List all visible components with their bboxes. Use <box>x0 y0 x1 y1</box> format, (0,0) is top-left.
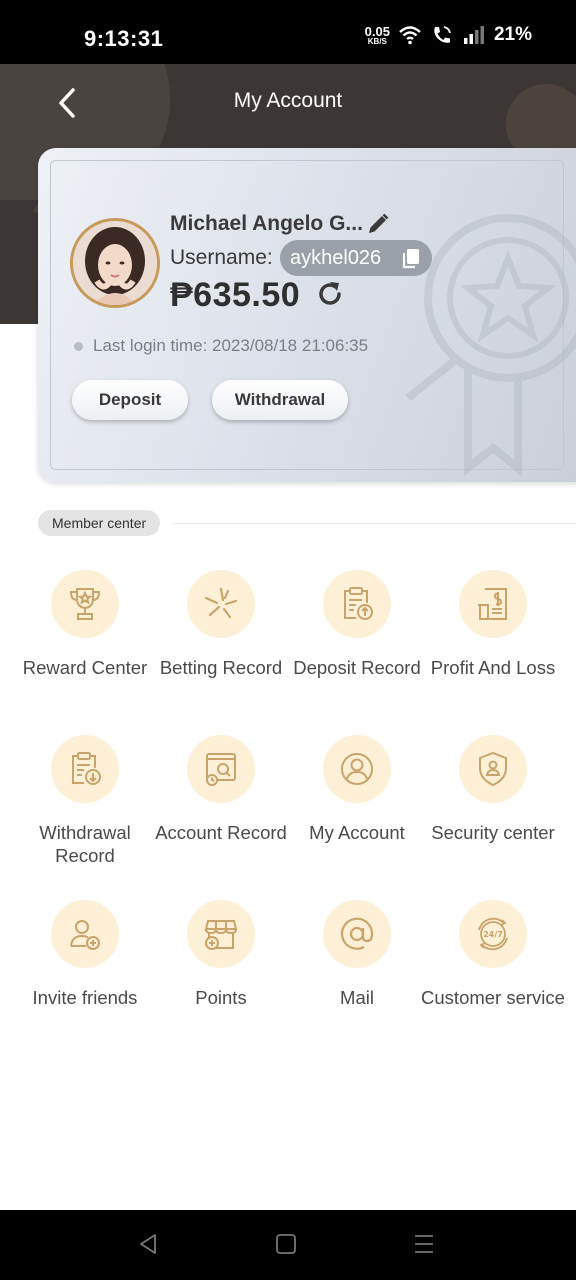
icon-circle <box>187 570 255 638</box>
battery-level: 21% <box>493 24 532 45</box>
mail-item[interactable]: Mail <box>287 900 427 1009</box>
deposit-button[interactable]: Deposit <box>72 380 188 420</box>
net-speed-value: 0.05 <box>364 23 390 39</box>
member-center-title: Member center <box>38 510 161 536</box>
icon-circle <box>323 735 391 803</box>
username-pill[interactable]: aykhel026 <box>280 240 432 276</box>
reward-center-item[interactable]: Reward Center <box>15 570 155 679</box>
withdrawal-record-icon <box>72 752 101 785</box>
withdrawal-button[interactable]: Withdrawal <box>212 380 348 420</box>
profit-and-loss-item[interactable]: Profit And Loss <box>423 570 563 679</box>
wifi-icon <box>399 26 421 45</box>
points-item[interactable]: Points <box>151 900 291 1009</box>
grid-label: My Account <box>309 822 405 843</box>
avatar[interactable] <box>70 218 160 308</box>
nav-menu-icon[interactable] <box>412 1232 436 1256</box>
betting-record-item[interactable]: Betting Record <box>151 570 291 679</box>
grid-label: Security center <box>431 822 555 843</box>
withdrawal-record-item[interactable]: Withdrawal Record <box>15 735 155 867</box>
edit-pencil-icon[interactable] <box>366 212 390 236</box>
icon-circle <box>459 735 527 803</box>
grid-label: Deposit Record <box>293 657 421 678</box>
header-wedge <box>0 200 40 262</box>
grid-label: Account Record <box>155 822 287 843</box>
security-center-item[interactable]: Security center <box>423 735 563 844</box>
icon-circle: 24/7 <box>459 900 527 968</box>
points-icon <box>204 920 238 950</box>
nav-back-icon[interactable] <box>136 1232 160 1256</box>
last-login-text: Last login time: 2023/08/18 21:06:35 <box>93 336 369 355</box>
bullet-dot <box>74 341 83 351</box>
icon-circle <box>51 570 119 638</box>
invite-icon <box>70 920 100 950</box>
status-icons: 0.05 KB/S 21% <box>365 24 532 46</box>
my-account-item[interactable]: My Account <box>287 735 427 844</box>
invite-friends-item[interactable]: Invite friends <box>15 900 155 1009</box>
customer-service-item[interactable]: 24/7 Customer service <box>421 900 565 1009</box>
trophy-icon <box>69 588 101 620</box>
shield-icon <box>479 751 507 787</box>
last-login: Last login time: 2023/08/18 21:06:35 <box>74 336 368 356</box>
account-card: Michael Angelo G... Username: aykhel026 … <box>38 148 576 482</box>
icon-circle <box>459 570 527 638</box>
net-speed-unit: KB/S <box>367 36 387 46</box>
grid-label: Profit And Loss <box>430 657 556 678</box>
grid-label: Points <box>195 987 247 1008</box>
support-24-7-icon: 24/7 <box>478 917 508 951</box>
page-title: My Account <box>233 89 343 112</box>
icon-circle <box>187 735 255 803</box>
avatar-image <box>73 221 157 305</box>
grid-label: Betting Record <box>159 657 283 678</box>
icon-circle <box>323 570 391 638</box>
icon-circle <box>51 900 119 968</box>
account-record-item[interactable]: Account Record <box>151 735 291 844</box>
profit-loss-icon <box>478 588 507 620</box>
grid-label: Invite friends <box>32 987 138 1008</box>
grid-label: Reward Center <box>22 657 148 678</box>
grid-label: Mail <box>340 987 374 1008</box>
divider <box>172 523 576 524</box>
grid-label: Withdrawal Record <box>39 822 131 866</box>
user-icon <box>341 753 373 785</box>
grid-label: Customer service <box>421 987 565 1008</box>
refresh-icon[interactable] <box>314 278 346 310</box>
mail-icon <box>340 917 374 950</box>
call-icon <box>434 26 451 43</box>
username-label: Username: <box>170 246 273 269</box>
net-speed: 0.05 KB/S <box>365 25 390 46</box>
betting-icon <box>204 587 238 619</box>
status-bar: 9:13:31 0.05 KB/S 21% <box>0 0 576 64</box>
balance: ₱635.50 <box>170 276 301 314</box>
page: 9:13:31 0.05 KB/S 21% My Account Michael… <box>0 0 576 1280</box>
username-value: aykhel026 <box>290 246 382 269</box>
svg-text:24/7: 24/7 <box>483 930 503 939</box>
icon-circle <box>323 900 391 968</box>
system-nav-bar <box>0 1210 576 1280</box>
deposit-record-icon <box>344 587 373 620</box>
icon-circle <box>51 735 119 803</box>
deposit-record-item[interactable]: Deposit Record <box>287 570 427 679</box>
player-name: Michael Angelo G... <box>170 212 363 235</box>
signal-icon <box>463 26 484 44</box>
nav-home-icon[interactable] <box>274 1232 298 1256</box>
account-record-icon <box>206 753 236 786</box>
status-time: 9:13:31 <box>84 26 164 51</box>
copy-icon[interactable] <box>400 247 422 269</box>
icon-circle <box>187 900 255 968</box>
